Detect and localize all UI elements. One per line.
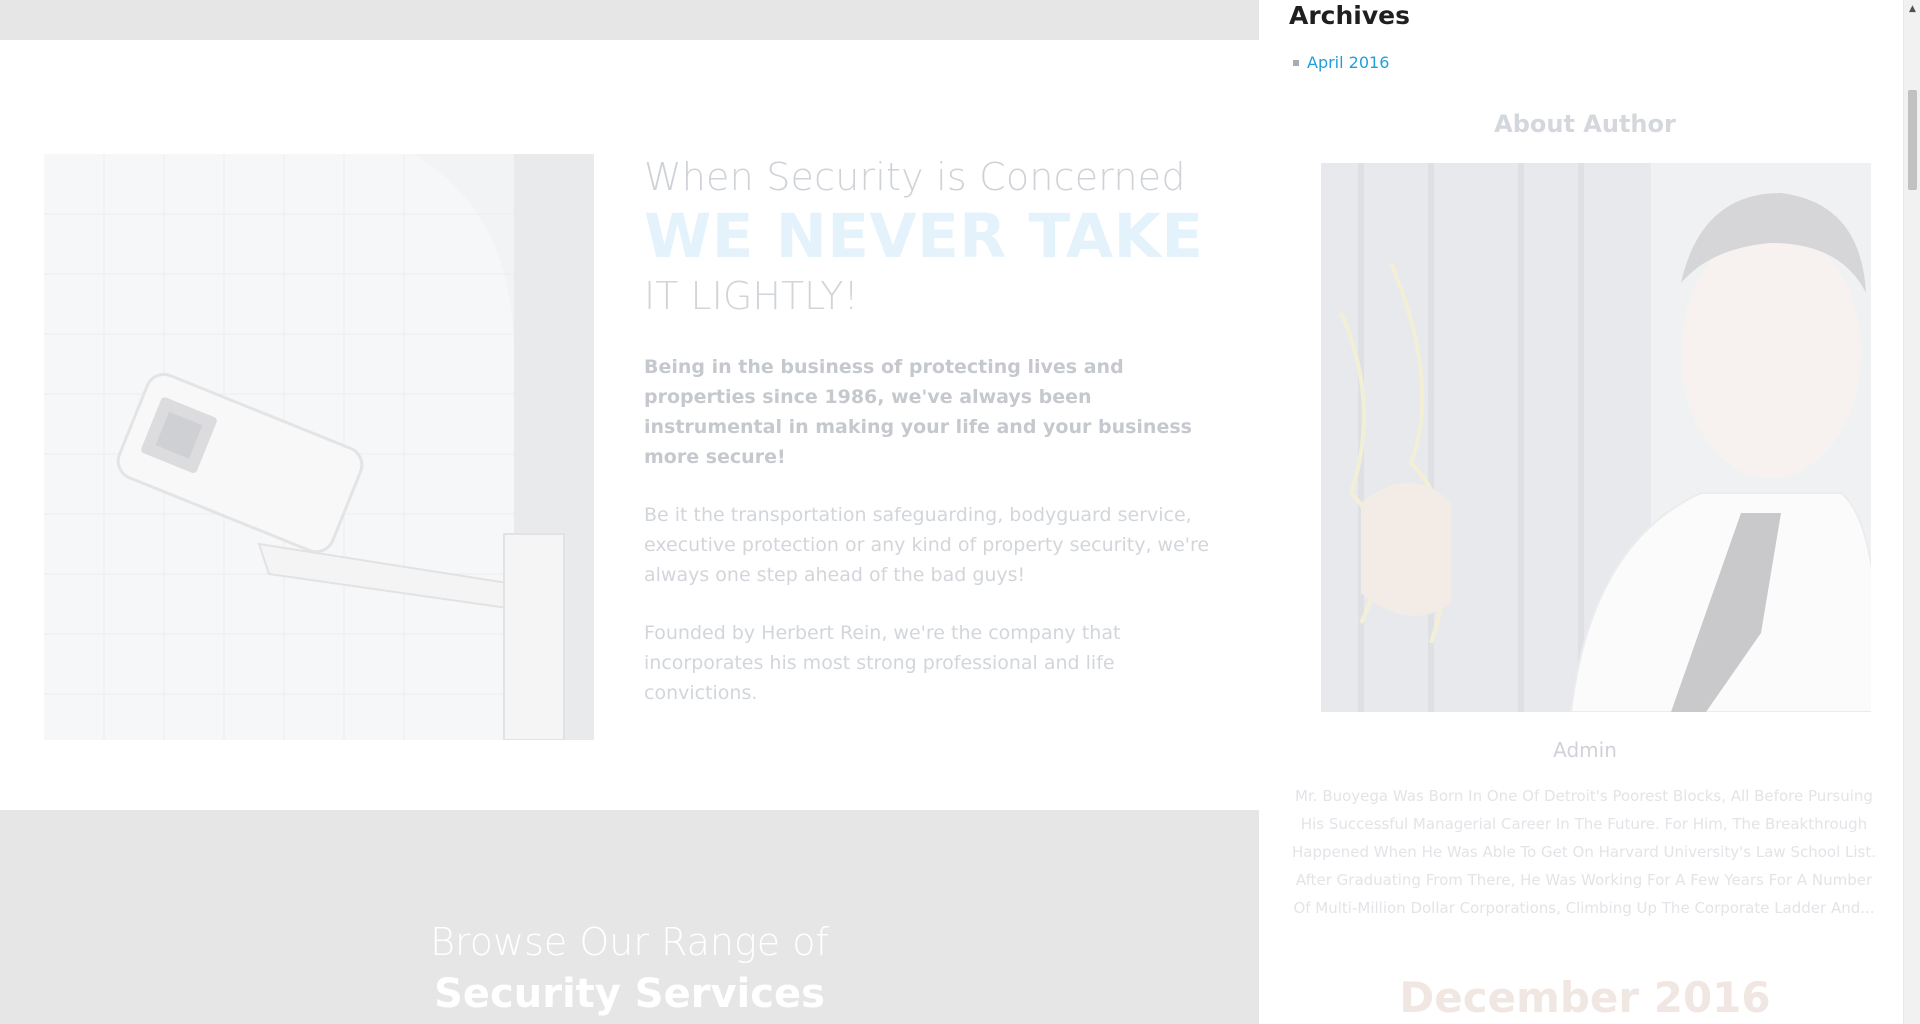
about-author-title: About Author	[1494, 110, 1676, 138]
author-name: Admin	[1553, 738, 1617, 762]
author-photo	[1321, 163, 1871, 712]
vertical-scrollbar[interactable]: ▲	[1903, 0, 1920, 1024]
bullet-icon	[1293, 60, 1299, 66]
author-portrait-illustration	[1321, 163, 1871, 712]
author-bio: Mr. Buoyega Was Born In One Of Detroit's…	[1291, 787, 1877, 917]
services-title-line2: Security Services	[434, 971, 825, 1017]
scroll-up-arrow-icon[interactable]: ▲	[1904, 0, 1920, 17]
about-paragraph-founder: Founded by Herbert Rein, we're the compa…	[644, 622, 1121, 704]
services-section: Browse Our Range of Security Services	[0, 810, 1259, 1024]
about-section: When Security is Concerned WE NEVER TAKE…	[644, 154, 1224, 708]
about-heading-main: WE NEVER TAKE	[644, 201, 1204, 272]
main-content: When Security is Concerned WE NEVER TAKE…	[0, 0, 1259, 1024]
security-camera-illustration	[44, 154, 594, 740]
archives-title: Archives	[1289, 1, 1410, 30]
archive-link-april-2016[interactable]: April 2016	[1307, 52, 1389, 74]
scrollbar-thumb[interactable]	[1908, 90, 1917, 190]
sidebar: Archives April 2016 About Author Admin M…	[1259, 0, 1903, 1024]
services-title-line1: Browse Our Range of	[430, 920, 829, 964]
about-lead-paragraph: Being in the business of protecting live…	[644, 356, 1192, 468]
about-paragraph-services: Be it the transportation safeguarding, b…	[644, 504, 1210, 586]
top-section-band	[0, 0, 1259, 40]
archive-list-item: April 2016	[1293, 52, 1389, 74]
security-camera-image	[44, 154, 594, 740]
about-heading-tail: IT LIGHTLY!	[644, 274, 859, 318]
calendar-month-title: December 2016	[1399, 973, 1771, 1022]
about-heading-subtitle: When Security is Concerned	[644, 155, 1186, 199]
